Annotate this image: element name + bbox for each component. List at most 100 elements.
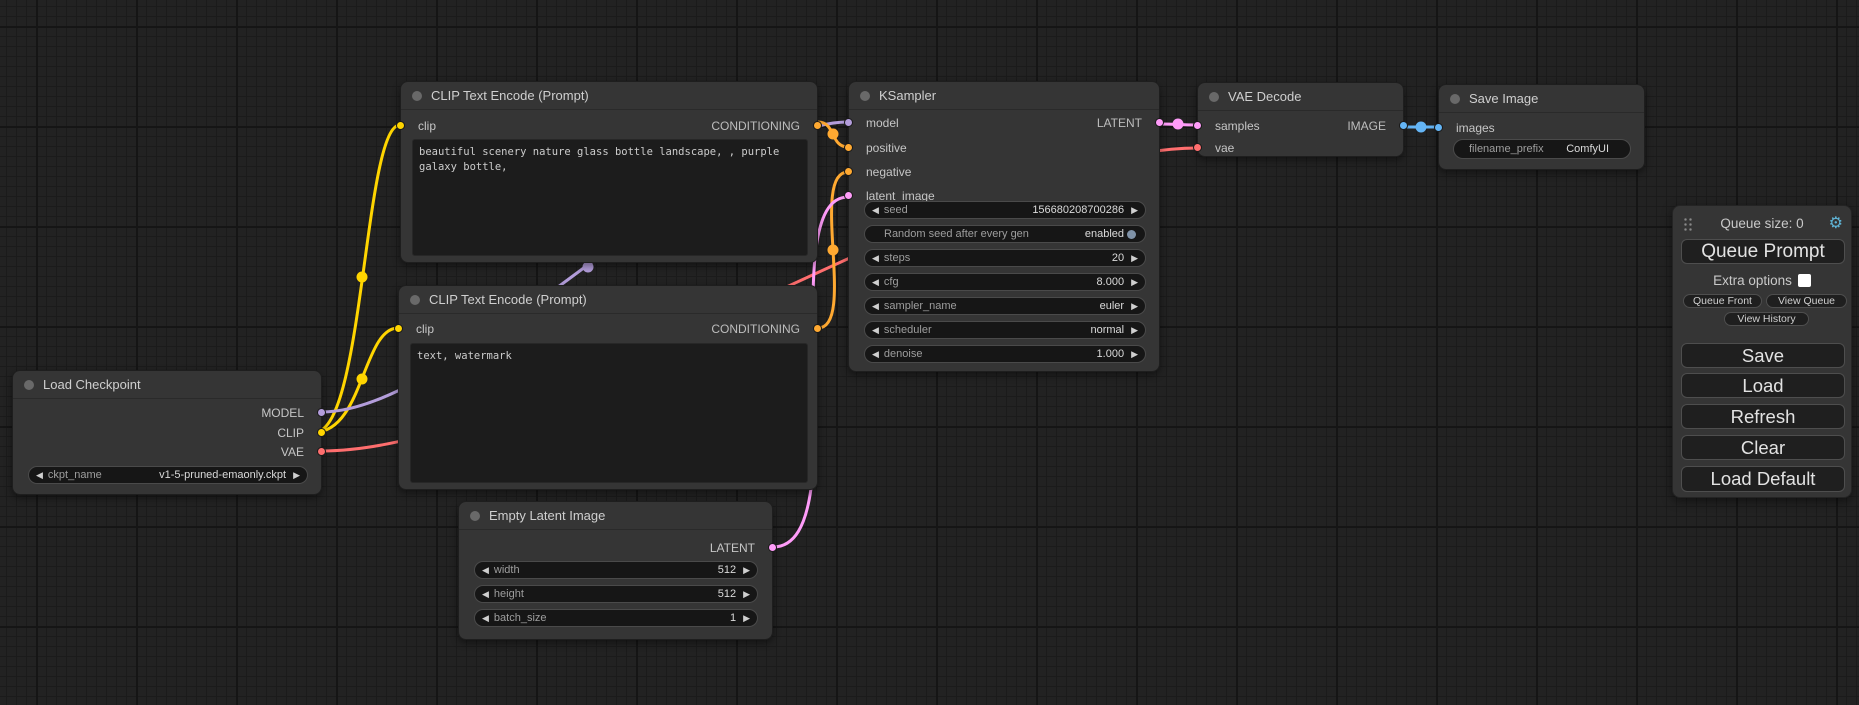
link-dot[interactable] [828, 245, 839, 256]
decrement-arrow-icon[interactable]: ◀ [872, 254, 879, 263]
conditioning-output-dot[interactable] [813, 324, 822, 333]
filename-prefix-widget[interactable]: filename_prefix ComfyUI [1453, 139, 1631, 159]
widget-value: euler [1100, 300, 1124, 312]
save-button[interactable]: Save [1681, 343, 1845, 368]
clear-button[interactable]: Clear [1681, 435, 1845, 460]
clip-output-dot[interactable] [317, 428, 326, 437]
node-empty-latent-image[interactable]: Empty Latent Image LATENT ◀ width 512 ▶ … [458, 501, 773, 640]
increment-arrow-icon[interactable]: ▶ [1131, 206, 1138, 215]
increment-arrow-icon[interactable]: ▶ [1131, 254, 1138, 263]
denoise-widget[interactable]: ◀ denoise 1.000 ▶ [864, 345, 1146, 363]
latent-input-dot[interactable] [844, 191, 853, 200]
decrement-arrow-icon[interactable]: ◀ [872, 278, 879, 287]
decrement-arrow-icon[interactable]: ◀ [872, 206, 879, 215]
latent-input-dot[interactable] [1193, 121, 1202, 130]
conditioning-input-dot[interactable] [844, 143, 853, 152]
gear-icon[interactable]: ⚙ [1829, 213, 1843, 233]
link-dot[interactable] [357, 374, 368, 385]
prompt-textarea[interactable]: beautiful scenery nature glass bottle la… [412, 139, 808, 256]
decrement-arrow-icon[interactable]: ◀ [872, 302, 879, 311]
collapse-dot-icon[interactable] [470, 511, 480, 521]
load-button[interactable]: Load [1681, 373, 1845, 398]
prompt-textarea[interactable]: text, watermark [410, 343, 808, 483]
refresh-button[interactable]: Refresh [1681, 404, 1845, 429]
load-default-button[interactable]: Load Default [1681, 466, 1845, 492]
node-clip-text-encode-positive[interactable]: CLIP Text Encode (Prompt) clip CONDITION… [400, 81, 818, 263]
view-queue-button[interactable]: View Queue [1766, 294, 1847, 308]
conditioning-output-dot[interactable] [813, 121, 822, 130]
sampler-name-widget[interactable]: ◀ sampler_name euler ▶ [864, 297, 1146, 315]
collapse-dot-icon[interactable] [860, 91, 870, 101]
queue-prompt-button[interactable]: Queue Prompt [1681, 239, 1845, 264]
decrement-arrow-icon[interactable]: ◀ [872, 326, 879, 335]
decrement-arrow-icon[interactable]: ◀ [482, 614, 489, 623]
image-input-dot[interactable] [1434, 123, 1443, 132]
increment-arrow-icon[interactable]: ▶ [1131, 326, 1138, 335]
width-widget[interactable]: ◀ width 512 ▶ [474, 561, 758, 579]
decrement-arrow-icon[interactable]: ◀ [36, 471, 43, 480]
decrement-arrow-icon[interactable]: ◀ [482, 590, 489, 599]
toggle-enabled-dot[interactable] [1127, 230, 1136, 239]
height-widget[interactable]: ◀ height 512 ▶ [474, 585, 758, 603]
node-header[interactable]: KSampler [849, 82, 1159, 110]
increment-arrow-icon[interactable]: ▶ [1131, 278, 1138, 287]
node-header[interactable]: Load Checkpoint [13, 371, 321, 399]
widget-label: Random seed after every gen [884, 228, 1029, 240]
image-output-dot[interactable] [1399, 121, 1408, 130]
collapse-dot-icon[interactable] [1209, 92, 1219, 102]
node-header[interactable]: CLIP Text Encode (Prompt) [399, 286, 817, 314]
clip-input-dot[interactable] [394, 324, 403, 333]
cfg-widget[interactable]: ◀ cfg 8.000 ▶ [864, 273, 1146, 291]
increment-arrow-icon[interactable]: ▶ [1131, 302, 1138, 311]
conditioning-input-dot[interactable] [844, 167, 853, 176]
ckpt-name-widget[interactable]: ◀ ckpt_name v1-5-pruned-emaonly.ckpt ▶ [28, 466, 308, 484]
link-dot[interactable] [1173, 119, 1184, 130]
link-dot[interactable] [1416, 122, 1427, 133]
collapse-dot-icon[interactable] [410, 295, 420, 305]
collapse-dot-icon[interactable] [412, 91, 422, 101]
output-slot-latent: LATENT [459, 538, 772, 558]
vae-output-dot[interactable] [317, 447, 326, 456]
node-clip-text-encode-negative[interactable]: CLIP Text Encode (Prompt) clip CONDITION… [398, 285, 818, 490]
node-header[interactable]: CLIP Text Encode (Prompt) [401, 82, 817, 110]
slot-label: CONDITIONING [711, 119, 817, 133]
model-output-dot[interactable] [317, 408, 326, 417]
batch-size-widget[interactable]: ◀ batch_size 1 ▶ [474, 609, 758, 627]
node-header[interactable]: Empty Latent Image [459, 502, 772, 530]
seed-widget[interactable]: ◀ seed 156680208700286 ▶ [864, 201, 1146, 219]
queue-panel-header: Queue size: 0 ⚙ [1673, 214, 1851, 234]
decrement-arrow-icon[interactable]: ◀ [482, 566, 489, 575]
model-input-dot[interactable] [844, 118, 853, 127]
node-header[interactable]: Save Image [1439, 85, 1644, 113]
node-save-image[interactable]: Save Image images filename_prefix ComfyU… [1438, 84, 1645, 170]
clip-input-dot[interactable] [396, 121, 405, 130]
latent-output-dot[interactable] [1155, 118, 1164, 127]
widget-label: height [494, 588, 524, 600]
node-vae-decode[interactable]: VAE Decode samples IMAGE vae [1197, 82, 1404, 157]
increment-arrow-icon[interactable]: ▶ [743, 614, 750, 623]
scheduler-widget[interactable]: ◀ scheduler normal ▶ [864, 321, 1146, 339]
link-dot[interactable] [828, 129, 839, 140]
link-dot[interactable] [583, 262, 594, 273]
link-dot[interactable] [357, 272, 368, 283]
collapse-dot-icon[interactable] [24, 380, 34, 390]
queue-front-button[interactable]: Queue Front [1683, 294, 1762, 308]
widget-value: ComfyUI [1566, 143, 1609, 155]
increment-arrow-icon[interactable]: ▶ [1131, 350, 1138, 359]
increment-arrow-icon[interactable]: ▶ [743, 590, 750, 599]
output-slot-vae: VAE [13, 442, 321, 462]
extra-options-checkbox[interactable] [1798, 274, 1811, 287]
increment-arrow-icon[interactable]: ▶ [293, 471, 300, 480]
random-seed-toggle-widget[interactable]: Random seed after every gen enabled [864, 225, 1146, 243]
steps-widget[interactable]: ◀ steps 20 ▶ [864, 249, 1146, 267]
decrement-arrow-icon[interactable]: ◀ [872, 350, 879, 359]
node-load-checkpoint[interactable]: Load Checkpoint MODEL CLIP VAE ◀ ckpt_na… [12, 370, 322, 495]
increment-arrow-icon[interactable]: ▶ [743, 566, 750, 575]
slot-label: clip [399, 322, 434, 336]
latent-output-dot[interactable] [768, 543, 777, 552]
vae-input-dot[interactable] [1193, 143, 1202, 152]
node-header[interactable]: VAE Decode [1198, 83, 1403, 111]
collapse-dot-icon[interactable] [1450, 94, 1460, 104]
node-ksampler[interactable]: KSampler model LATENT positive negative … [848, 81, 1160, 372]
view-history-button[interactable]: View History [1724, 312, 1809, 326]
